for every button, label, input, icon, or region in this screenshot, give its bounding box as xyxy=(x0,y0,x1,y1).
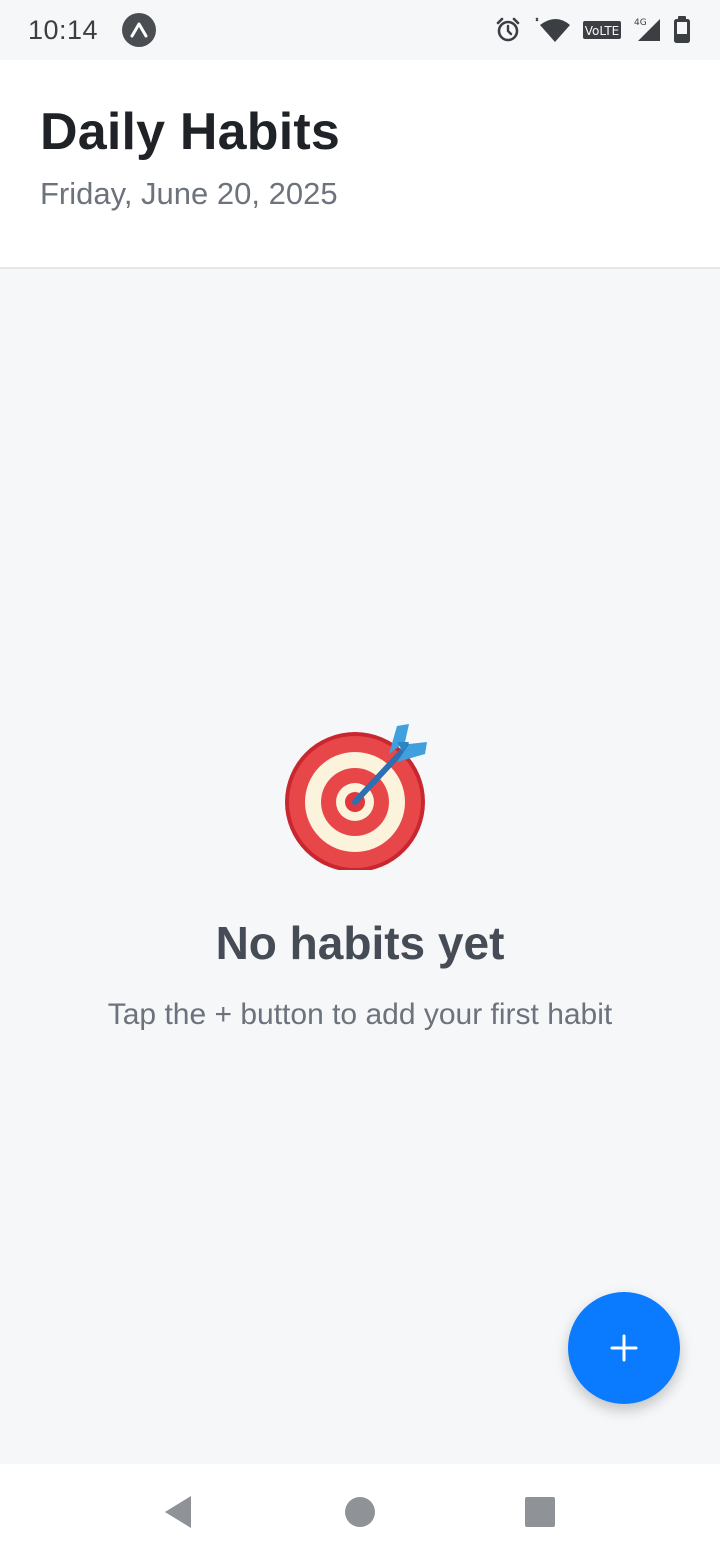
direct-hit-target-icon xyxy=(285,724,427,870)
status-bar: 10:14 VoLTE 4G xyxy=(0,0,720,60)
nav-recents-button[interactable] xyxy=(492,1464,588,1560)
status-time: 10:14 xyxy=(28,14,99,45)
page-title: Daily Habits xyxy=(40,103,341,161)
alarm-icon xyxy=(494,16,522,44)
expo-icon xyxy=(122,13,157,47)
empty-state-subtitle: Tap the + button to add your first habit xyxy=(107,998,613,1031)
current-date: Friday, June 20, 2025 xyxy=(40,176,338,211)
nav-home-button[interactable] xyxy=(312,1464,408,1560)
app-header: Daily Habits Friday, June 20, 2025 xyxy=(0,60,720,269)
add-habit-button[interactable] xyxy=(568,1292,680,1404)
empty-state-title: No habits yet xyxy=(215,917,505,969)
home-icon xyxy=(345,1497,375,1527)
svg-text:VoLTE: VoLTE xyxy=(585,24,620,38)
empty-state: No habits yet Tap the + button to add yo… xyxy=(0,720,720,1032)
svg-text:4G: 4G xyxy=(634,18,647,28)
nav-back-button[interactable] xyxy=(130,1464,226,1560)
status-icons: VoLTE 4G xyxy=(494,15,692,45)
wifi-icon xyxy=(532,15,572,45)
app-screen: 10:14 VoLTE 4G Daily Habits Friday, June… xyxy=(0,0,720,1560)
back-icon xyxy=(165,1496,191,1528)
system-nav-bar xyxy=(0,1464,720,1560)
volte-icon: VoLTE xyxy=(582,19,622,41)
plus-icon xyxy=(610,1334,638,1362)
battery-icon xyxy=(672,15,692,45)
recents-icon xyxy=(525,1497,555,1527)
signal-4g-icon: 4G xyxy=(632,15,662,45)
